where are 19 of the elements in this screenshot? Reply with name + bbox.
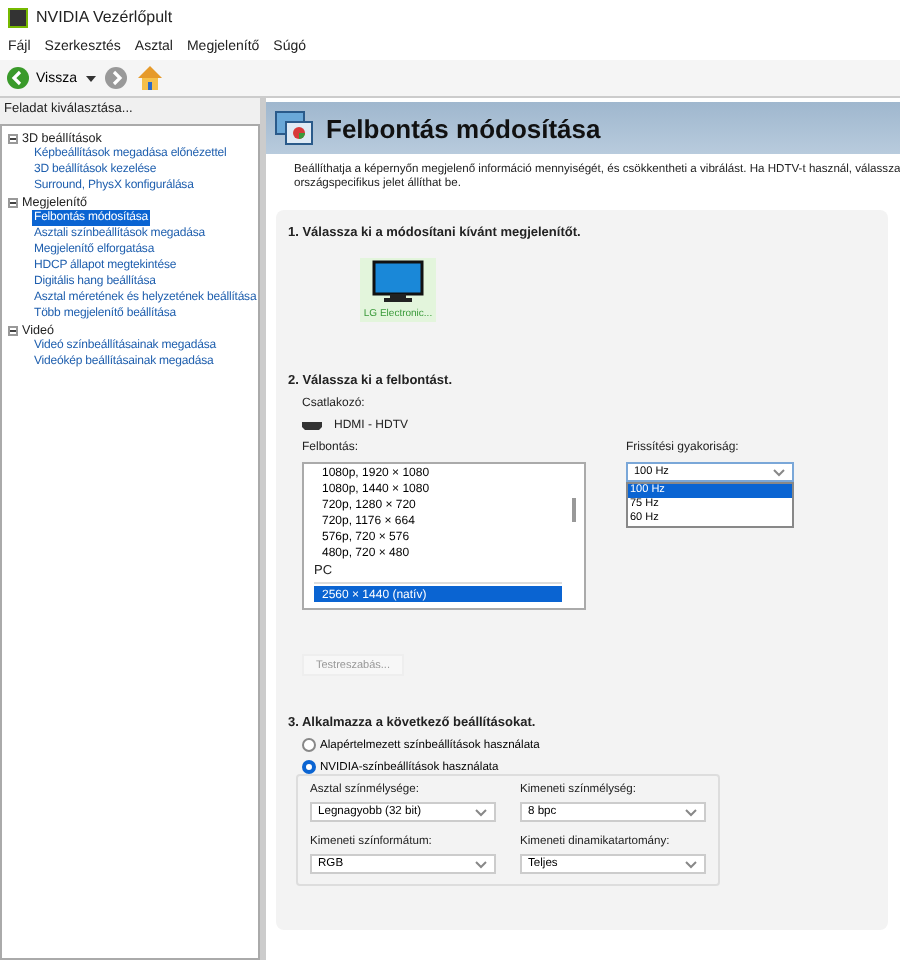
chevron-down-icon xyxy=(772,467,786,477)
dropdown-arrow-icon[interactable] xyxy=(85,75,95,81)
chevron-down-icon xyxy=(684,859,698,869)
collapse-icon[interactable] xyxy=(8,325,18,335)
chevron-down-icon xyxy=(474,859,488,869)
collapse-icon[interactable] xyxy=(8,133,18,143)
radio-icon[interactable] xyxy=(302,760,316,774)
hdmi-connector-icon xyxy=(302,422,322,430)
collapse-icon[interactable] xyxy=(8,197,18,207)
page-title: Felbontás módosítása xyxy=(326,113,601,143)
forward-icon[interactable] xyxy=(103,66,127,90)
home-icon[interactable] xyxy=(135,64,163,92)
app-logo-icon xyxy=(8,7,28,27)
radio-icon[interactable] xyxy=(302,738,316,752)
chevron-down-icon xyxy=(474,807,488,817)
display-settings-icon xyxy=(274,110,314,146)
monitor-icon xyxy=(372,260,424,304)
window-title: NVIDIA Vezérlőpult xyxy=(36,8,173,26)
chevron-down-icon xyxy=(684,807,698,817)
